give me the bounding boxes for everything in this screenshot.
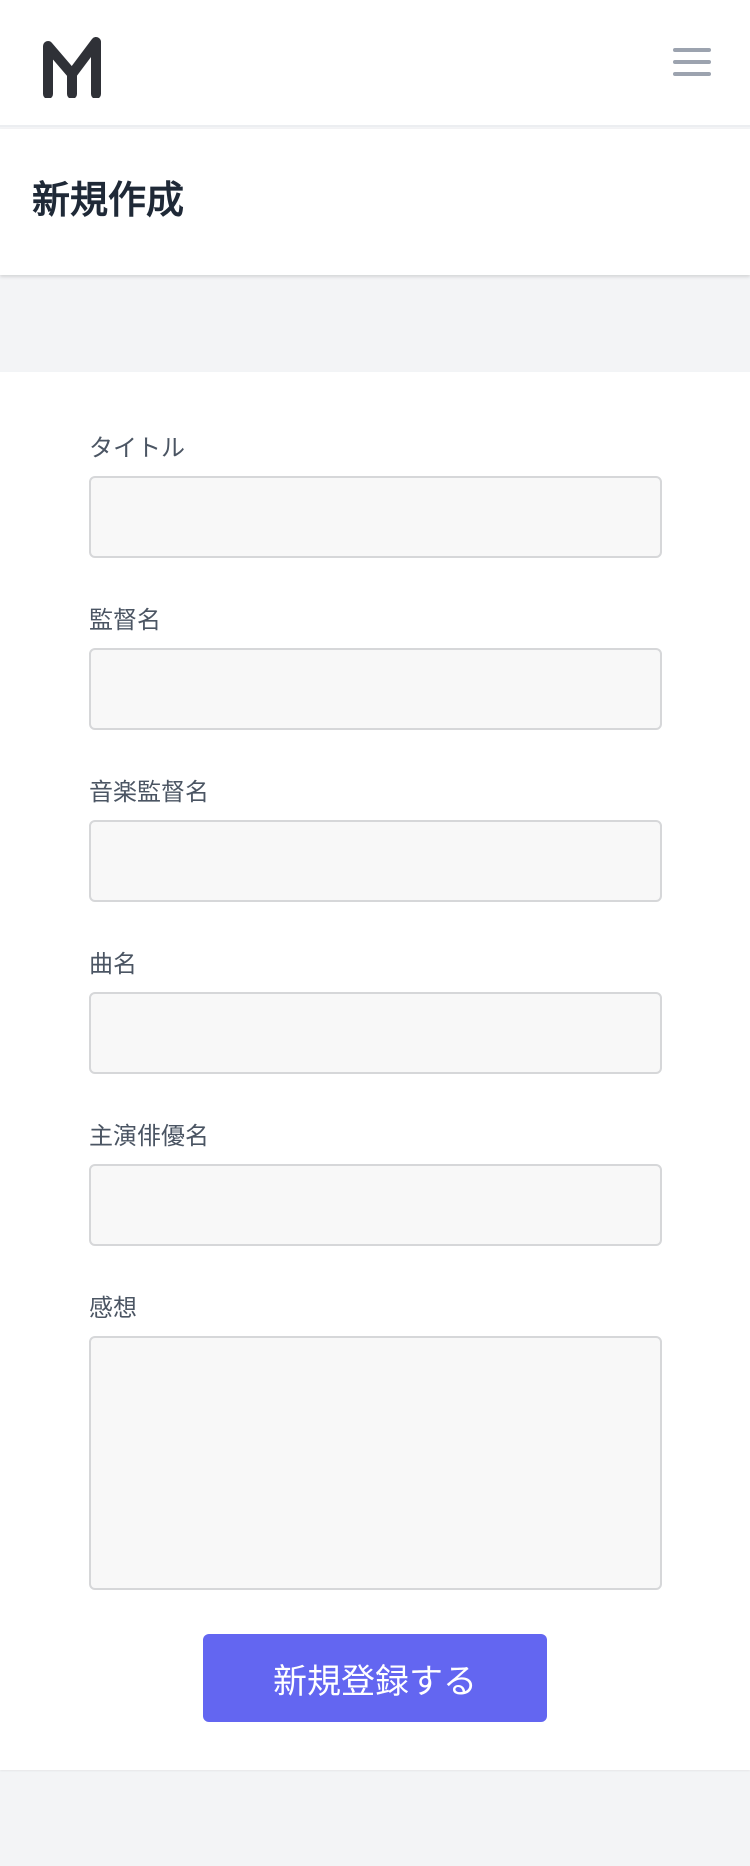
song-name-label: 曲名 [89,950,137,978]
lead-actor-input[interactable] [89,1164,662,1246]
director-input[interactable] [89,648,662,730]
title-input[interactable] [89,476,662,558]
song-name-input[interactable] [89,992,662,1074]
create-form-card: タイトル 監督名 音楽監督名 曲名 主演俳優名 感想 新規登録する [0,372,750,1770]
director-label: 監督名 [89,606,161,634]
home-logo-link[interactable] [42,36,102,99]
m-logo-icon [43,37,101,99]
impressions-textarea[interactable] [89,1336,662,1590]
page-title: 新規作成 [32,178,185,222]
lead-actor-label: 主演俳優名 [89,1122,209,1150]
impressions-label: 感想 [89,1294,137,1322]
music-director-input[interactable] [89,820,662,902]
music-director-label: 音楽監督名 [89,778,209,806]
top-navigation-bar [0,0,750,127]
title-label: タイトル [89,434,185,462]
hamburger-menu-icon [673,48,711,76]
hamburger-menu-button[interactable] [672,44,712,80]
page-header: 新規作成 [0,129,750,275]
register-submit-button[interactable]: 新規登録する [203,1634,547,1722]
